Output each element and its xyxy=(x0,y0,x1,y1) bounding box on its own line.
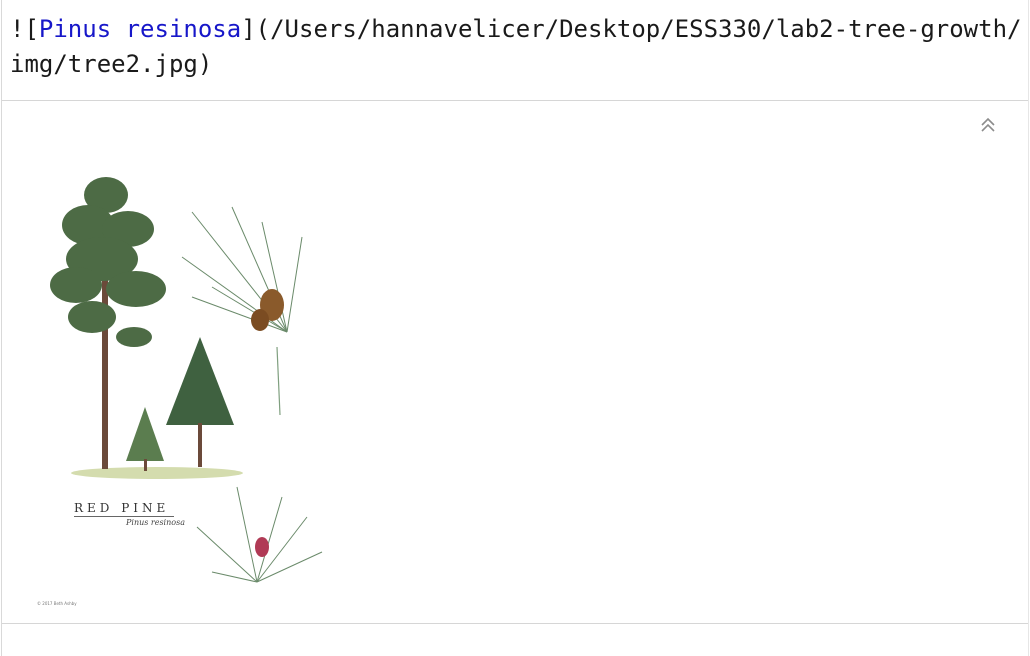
right-border xyxy=(1028,0,1029,656)
pine-cone-small xyxy=(251,309,269,331)
medium-tree-crown xyxy=(166,337,234,425)
small-tree-trunk xyxy=(144,459,147,471)
ground-strip xyxy=(71,467,243,479)
markdown-bang-bracket: ![ xyxy=(10,15,39,43)
caption-title: RED PINE xyxy=(74,501,170,515)
tall-tree-crown xyxy=(50,177,166,347)
red-pine-illustration xyxy=(50,177,323,583)
collapse-preview-button[interactable] xyxy=(978,115,998,135)
small-tree-crown xyxy=(126,407,164,461)
copyright-text: © 2017 Beth Ashby xyxy=(37,601,77,606)
double-chevron-up-icon xyxy=(981,117,995,132)
caption-divider xyxy=(74,516,174,517)
markdown-alt-text: Pinus resinosa xyxy=(38,15,242,43)
medium-tree-trunk xyxy=(198,423,202,467)
image-preview-panel: RED PINE Pinus resinosa © 2017 Beth Ashb… xyxy=(2,100,1028,624)
flowering-branch xyxy=(196,486,323,583)
caption-scientific-name: Pinus resinosa xyxy=(126,518,185,527)
pollen-cone xyxy=(255,537,269,557)
needle-fascicle xyxy=(276,346,281,416)
needle-branch xyxy=(181,206,303,333)
markdown-image-line[interactable]: ![Pinus resinosa](/Users/hannavelicer/De… xyxy=(10,12,1025,82)
